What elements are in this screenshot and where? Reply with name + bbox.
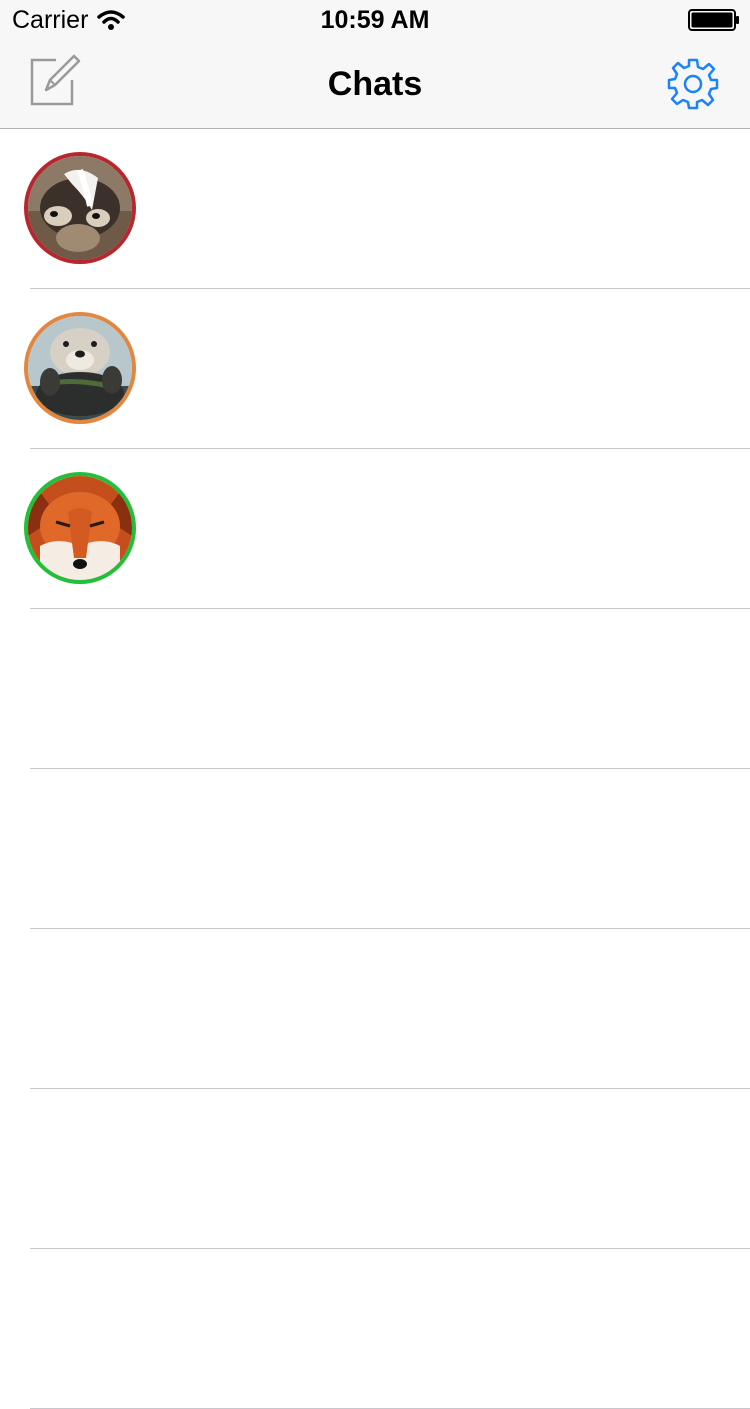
page-title: Chats: [327, 65, 423, 103]
chat-row-empty: [30, 1089, 750, 1249]
settings-button[interactable]: [664, 56, 722, 112]
avatar-badger: [24, 152, 136, 264]
chat-row-empty: [30, 769, 750, 929]
otter-photo: [28, 316, 132, 420]
status-bar: Carrier 10:59 AM: [0, 0, 750, 40]
chat-row-badger[interactable]: [24, 129, 750, 289]
chat-row-empty: [30, 609, 750, 769]
navigation-bar: Chats: [0, 40, 750, 129]
status-time: 10:59 AM: [320, 6, 430, 34]
battery-icon: [688, 9, 740, 31]
avatar-otter: [24, 312, 136, 424]
fox-photo: [28, 476, 132, 580]
avatar-fox: [24, 472, 136, 584]
chat-row-fox[interactable]: [24, 449, 750, 609]
chat-row-empty: [30, 1249, 750, 1409]
chat-list: [0, 129, 750, 1409]
badger-photo: [28, 156, 132, 260]
gear-icon: [667, 58, 719, 110]
chat-row-empty: [30, 929, 750, 1089]
chat-row-otter[interactable]: [24, 289, 750, 449]
